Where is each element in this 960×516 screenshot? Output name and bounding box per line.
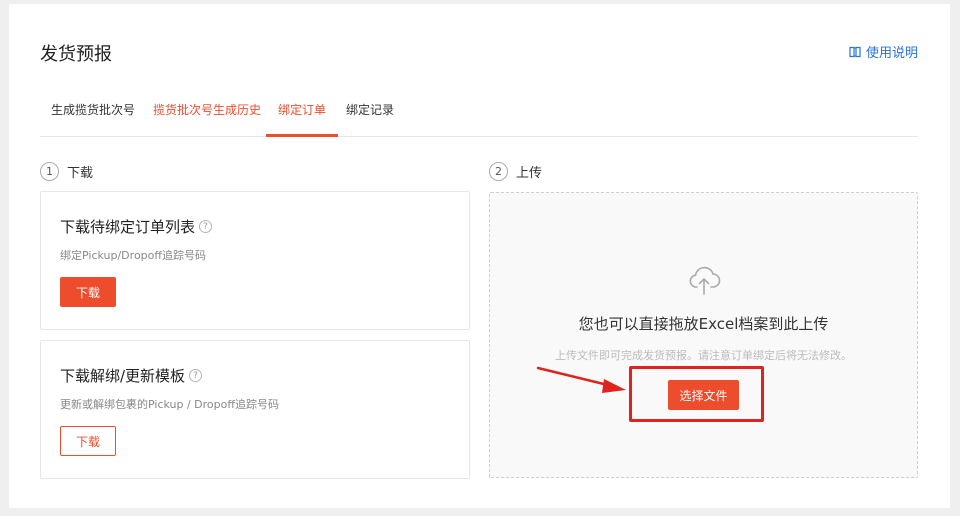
tab-generate-batch[interactable]: 生成揽货批次号 <box>51 94 135 137</box>
download-order-list-title-text: 下载待绑定订单列表 <box>60 218 196 236</box>
step-2-number: 2 <box>489 162 508 181</box>
step-1-header: 1 下载 <box>40 162 93 181</box>
download-order-list-desc: 绑定Pickup/Dropoff追踪号码 <box>60 249 206 262</box>
upload-title: 您也可以直接拖放Excel档案到此上传 <box>578 315 829 333</box>
download-template-title: 下载解绑/更新模板 ? <box>60 365 203 386</box>
cloud-upload-icon <box>687 263 721 301</box>
download-order-list-box: 下载待绑定订单列表 ? 绑定Pickup/Dropoff追踪号码 下载 <box>40 191 470 330</box>
download-template-button[interactable]: 下载 <box>60 426 116 456</box>
tab-bind-records[interactable]: 绑定记录 <box>346 94 394 137</box>
help-question-icon[interactable]: ? <box>189 369 203 382</box>
upload-subtitle: 上传文件即可完成发货预报。请注意订单绑定后将无法修改。 <box>555 349 852 362</box>
download-template-box: 下载解绑/更新模板 ? 更新或解绑包裹的Pickup / Dropoff追踪号码… <box>40 340 470 479</box>
annotation-highlight-box <box>629 366 764 422</box>
step-2-label: 上传 <box>516 166 543 181</box>
help-link[interactable]: 使用说明 <box>849 42 918 61</box>
help-question-icon[interactable]: ? <box>199 220 213 233</box>
upload-drop-zone[interactable]: 您也可以直接拖放Excel档案到此上传 上传文件即可完成发货预报。请注意订单绑定… <box>489 192 918 478</box>
annotation-arrow-icon <box>528 362 632 400</box>
download-order-list-button[interactable]: 下载 <box>60 277 116 307</box>
download-template-desc: 更新或解绑包裹的Pickup / Dropoff追踪号码 <box>60 398 279 411</box>
tab-batch-history[interactable]: 揽货批次号生成历史 <box>153 94 261 137</box>
step-1-label: 下载 <box>67 166 94 181</box>
step-2-header: 2 上传 <box>489 162 542 181</box>
book-icon <box>849 46 861 58</box>
download-template-title-text: 下载解绑/更新模板 <box>60 367 186 385</box>
tab-bind-order[interactable]: 绑定订单 <box>266 94 339 137</box>
step-1-number: 1 <box>40 162 59 181</box>
tab-bar: 生成揽货批次号 揽货批次号生成历史 绑定订单 绑定记录 <box>40 94 918 137</box>
page-title: 发货预报 <box>40 44 112 65</box>
main-card: 发货预报 使用说明 生成揽货批次号 揽货批次号生成历史 绑定订单 绑定记录 1 … <box>9 4 950 508</box>
download-order-list-title: 下载待绑定订单列表 ? <box>60 216 213 237</box>
help-link-label: 使用说明 <box>865 46 918 61</box>
